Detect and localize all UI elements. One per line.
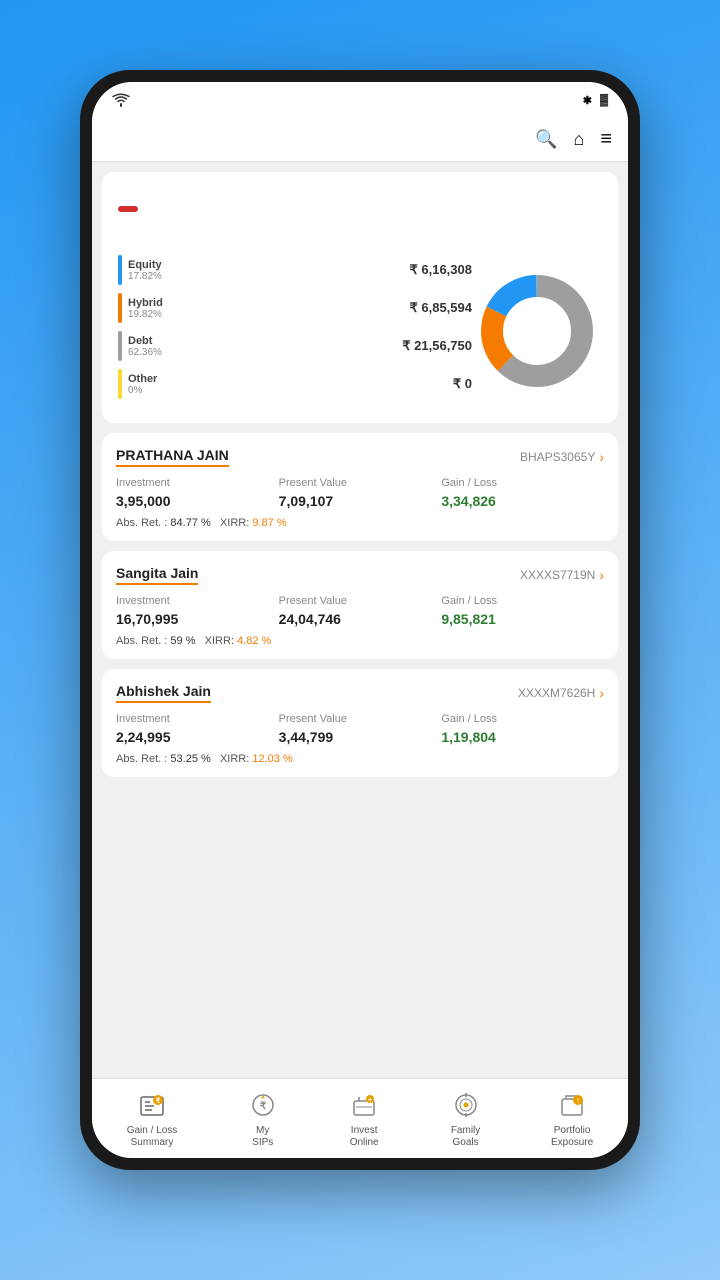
portfolio-card: Equity 17.82% ₹ 6,16,308 Hybrid 19.82% ₹… [102,172,618,423]
legend-info-hybrid: Hybrid 19.82% [128,297,163,320]
bottom-nav: ₹ Gain / LossSummary ₹ MySIPs + InvestOn… [92,1078,628,1158]
bottom-nav-label-0: Gain / LossSummary [127,1125,178,1149]
member-pan-0[interactable]: BHAPS3065Y › [520,449,604,465]
stat-gain-loss-1: Gain / Loss 9,85,821 [441,595,604,627]
svg-text:↑: ↑ [576,1096,580,1105]
phone-screen: ✱ ▓ 🔍 ⌂ ≡ [92,82,628,1158]
member-name-1: Sangita Jain [116,565,198,585]
svg-text:+: + [368,1097,372,1104]
sips-icon: ₹ [247,1089,279,1121]
donut-chart [472,266,602,396]
nav-right: 🔍 ⌂ ≡ [535,128,612,151]
goals-icon [450,1089,482,1121]
member-name-0: PRATHANA JAIN [116,447,229,467]
member-abs-2: Abs. Ret. : 53.25 % XIRR: 12.03 % [116,753,604,765]
svg-text:₹: ₹ [260,1101,267,1112]
legend-item-debt: Debt 62.36% ₹ 21,56,750 [118,331,472,361]
member-abs-1: Abs. Ret. : 59 % XIRR: 4.82 % [116,635,604,647]
legend-item-equity: Equity 17.82% ₹ 6,16,308 [118,255,472,285]
member-card-0: PRATHANA JAIN BHAPS3065Y › Investment 3,… [102,433,618,541]
menu-icon[interactable]: ≡ [600,128,612,151]
gain-loss-icon: ₹ [136,1089,168,1121]
legend-info-equity: Equity 17.82% [128,259,162,282]
home-icon[interactable]: ⌂ [573,129,584,150]
member-pan-2[interactable]: XXXXM7626H › [518,685,604,701]
stat-present-value-2: Present Value 3,44,799 [279,713,442,745]
portfolio-main [118,200,602,225]
abs-ret-row [118,233,602,245]
member-abs-0: Abs. Ret. : 84.77 % XIRR: 9.87 % [116,517,604,529]
invest-icon: + [348,1089,380,1121]
stat-gain-loss-2: Gain / Loss 1,19,804 [441,713,604,745]
legend-info-other: Other 0% [128,373,157,396]
chevron-icon-2: › [599,685,604,701]
member-header-1: Sangita Jain XXXXS7719N › [116,565,604,585]
member-header-0: PRATHANA JAIN BHAPS3065Y › [116,447,604,467]
bottom-nav-label-2: InvestOnline [350,1125,379,1149]
chevron-icon-1: › [599,567,604,583]
portfolio-left [118,200,602,225]
bottom-nav-item-gain-loss[interactable]: ₹ Gain / LossSummary [127,1089,178,1149]
legend: Equity 17.82% ₹ 6,16,308 Hybrid 19.82% ₹… [118,255,472,407]
legend-dot-equity [118,255,122,285]
bottom-nav-item-goals[interactable]: FamilyGoals [450,1089,482,1149]
bottom-nav-item-exposure[interactable]: ↑ PortfolioExposure [551,1089,593,1149]
legend-dot-hybrid [118,293,122,323]
legend-item-other: Other 0% ₹ 0 [118,369,472,399]
member-header-2: Abhishek Jain XXXXM7626H › [116,683,604,703]
bottom-nav-item-invest[interactable]: + InvestOnline [348,1089,380,1149]
stat-present-value-0: Present Value 7,09,107 [279,477,442,509]
legend-dot-other [118,369,122,399]
legend-dot-debt [118,331,122,361]
stat-present-value-1: Present Value 24,04,746 [279,595,442,627]
nav-bar: 🔍 ⌂ ≡ [92,118,628,162]
svg-text:₹: ₹ [156,1097,161,1105]
legend-item-hybrid: Hybrid 19.82% ₹ 6,85,594 [118,293,472,323]
legend-info-debt: Debt 62.36% [128,335,162,358]
bottom-nav-item-sips[interactable]: ₹ MySIPs [247,1089,279,1149]
loss-badge [118,206,138,212]
member-stats-1: Investment 16,70,995 Present Value 24,04… [116,595,604,627]
main-content: Equity 17.82% ₹ 6,16,308 Hybrid 19.82% ₹… [92,162,628,1078]
chevron-icon-0: › [599,449,604,465]
member-name-2: Abhishek Jain [116,683,211,703]
exposure-icon: ↑ [556,1089,588,1121]
bottom-nav-label-1: MySIPs [252,1125,273,1149]
status-wifi [112,93,172,107]
members-list: PRATHANA JAIN BHAPS3065Y › Investment 3,… [102,433,618,777]
bt-icon: ✱ [583,94,592,107]
chart-section: Equity 17.82% ₹ 6,16,308 Hybrid 19.82% ₹… [118,255,602,407]
stat-gain-loss-0: Gain / Loss 3,34,826 [441,477,604,509]
status-right: ✱ ▓ [548,94,608,107]
bottom-nav-label-4: PortfolioExposure [551,1125,593,1149]
stat-investment-0: Investment 3,95,000 [116,477,279,509]
member-stats-0: Investment 3,95,000 Present Value 7,09,1… [116,477,604,509]
member-pan-1[interactable]: XXXXS7719N › [520,567,604,583]
search-icon[interactable]: 🔍 [535,129,557,150]
member-card-1: Sangita Jain XXXXS7719N › Investment 16,… [102,551,618,659]
member-card-2: Abhishek Jain XXXXM7626H › Investment 2,… [102,669,618,777]
battery-icon: ▓ [600,94,608,106]
status-bar: ✱ ▓ [92,82,628,118]
member-stats-2: Investment 2,24,995 Present Value 3,44,7… [116,713,604,745]
stat-investment-2: Investment 2,24,995 [116,713,279,745]
bottom-nav-label-3: FamilyGoals [451,1125,480,1149]
phone-frame: ✱ ▓ 🔍 ⌂ ≡ [80,70,640,1170]
stat-investment-1: Investment 16,70,995 [116,595,279,627]
